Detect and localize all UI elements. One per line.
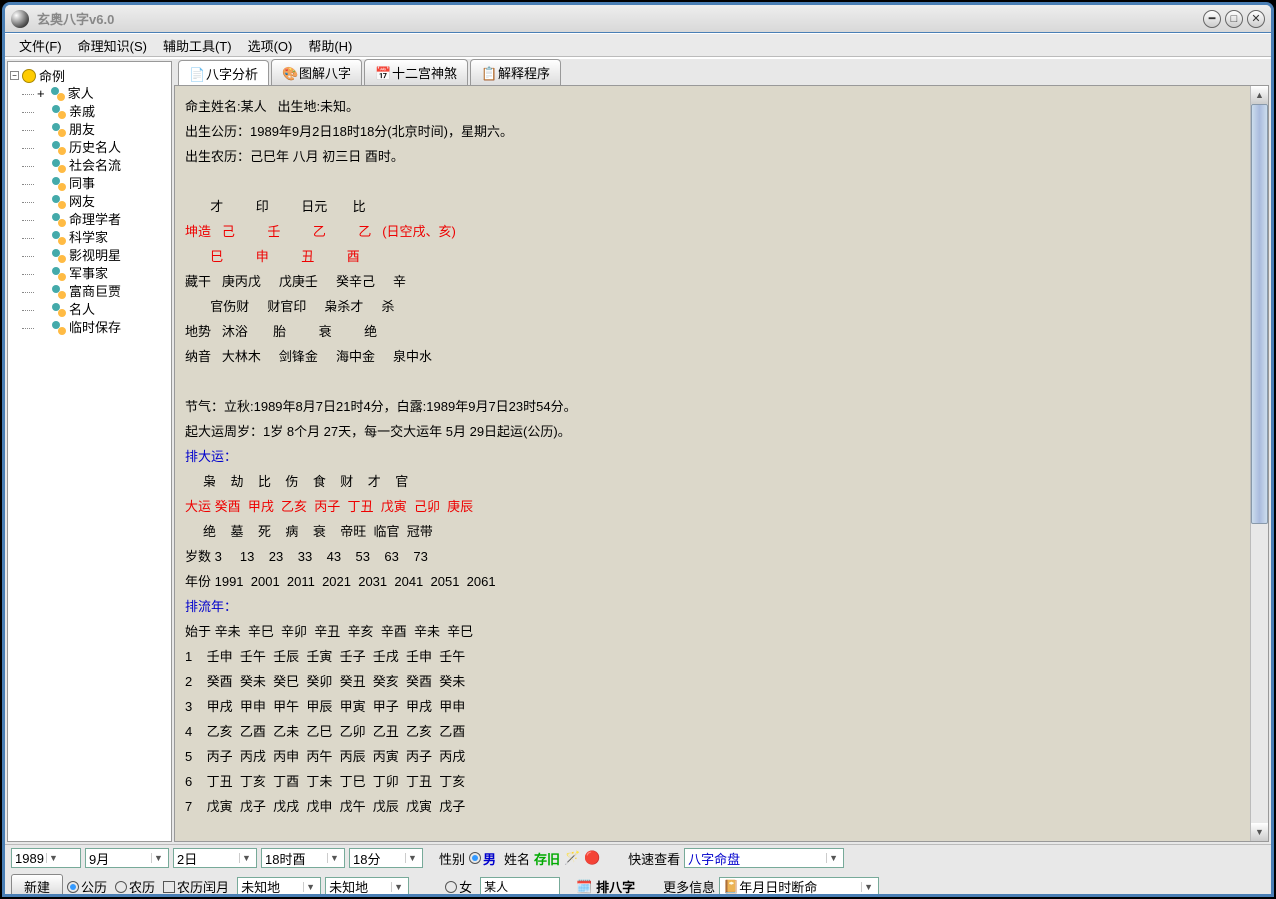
quick-select[interactable]: 八字命盘▼	[684, 848, 844, 868]
tabs: 📄八字分析 🎨图解八字 📅十二宫神煞 📋解释程序	[174, 61, 1269, 85]
minimize-button[interactable]: ━	[1203, 10, 1221, 28]
more-label: 更多信息	[663, 877, 715, 896]
menu-file[interactable]: 文件(F)	[11, 36, 70, 55]
scroll-thumb[interactable]	[1251, 104, 1268, 524]
tree-item[interactable]: 同事	[22, 175, 169, 193]
new-button[interactable]: 新建	[11, 874, 63, 897]
people-icon	[52, 231, 66, 245]
people-icon	[52, 267, 66, 281]
gender-label: 性别	[439, 849, 465, 868]
people-icon	[52, 195, 66, 209]
scrollbar[interactable]: ▲ ▼	[1250, 86, 1268, 841]
grid-icon: 🗓️	[576, 879, 592, 895]
bottom-bar: 1989▼ 9月▼ 2日▼ 18时酉▼ 18分▼ 性别 男 姓名 存旧 🪄 🔴 …	[5, 844, 1271, 894]
chart-icon: 🎨	[282, 66, 296, 80]
people-icon	[52, 123, 66, 137]
tree-item[interactable]: 富商巨贾	[22, 283, 169, 301]
minute-select[interactable]: 18分▼	[349, 848, 423, 868]
tree-item[interactable]: 社会名流	[22, 157, 169, 175]
scroll-up-icon[interactable]: ▲	[1251, 86, 1268, 104]
ball-icon[interactable]: 🔴	[584, 850, 600, 866]
people-icon	[51, 87, 65, 101]
people-icon	[52, 159, 66, 173]
people-icon	[52, 213, 66, 227]
analysis-text: 命主姓名:某人 出生地:未知。 出生公历：1989年9月2日18时18分(北京时…	[175, 86, 1268, 827]
tree-item[interactable]: 影视明星	[22, 247, 169, 265]
menu-options[interactable]: 选项(O)	[240, 36, 301, 55]
tab-diagram[interactable]: 🎨图解八字	[271, 59, 362, 85]
menu-tools[interactable]: 辅助工具(T)	[155, 36, 240, 55]
sidebar-tree[interactable]: − 命例 +家人亲戚朋友历史名人社会名流同事网友命理学者科学家影视明星军事家富商…	[7, 61, 172, 842]
month-select[interactable]: 9月▼	[85, 848, 169, 868]
maximize-button[interactable]: □	[1225, 10, 1243, 28]
people-icon	[52, 177, 66, 191]
people-icon	[52, 249, 66, 263]
tree-item[interactable]: 临时保存	[22, 319, 169, 337]
tree-root[interactable]: − 命例	[10, 66, 169, 85]
menu-knowledge[interactable]: 命理知识(S)	[70, 36, 155, 55]
cunjiu-label[interactable]: 存旧	[534, 849, 560, 868]
grid-icon: 📅	[375, 66, 389, 80]
radio-gongli[interactable]: 公历	[67, 877, 107, 896]
scroll-down-icon[interactable]: ▼	[1251, 823, 1268, 841]
wand-icon[interactable]: 🪄	[564, 850, 580, 866]
tree-item[interactable]: 名人	[22, 301, 169, 319]
close-button[interactable]: ✕	[1247, 10, 1265, 28]
hour-select[interactable]: 18时酉▼	[261, 848, 345, 868]
tab-palace[interactable]: 📅十二宫神煞	[364, 59, 468, 85]
app-icon	[11, 10, 29, 28]
year-input[interactable]: 1989▼	[11, 848, 81, 868]
radio-female[interactable]: 女	[445, 877, 472, 896]
tree-item[interactable]: 命理学者	[22, 211, 169, 229]
more-select[interactable]: 📔 年月日时断命▼	[719, 877, 879, 897]
tree-root-label: 命例	[39, 66, 65, 85]
people-icon	[52, 285, 66, 299]
doc-icon: 📄	[189, 67, 203, 81]
tree-item[interactable]: +家人	[22, 85, 169, 103]
content-pane: 命主姓名:某人 出生地:未知。 出生公历：1989年9月2日18时18分(北京时…	[174, 85, 1269, 842]
place1-select[interactable]: 未知地▼	[237, 877, 321, 897]
tab-bazi-analysis[interactable]: 📄八字分析	[178, 60, 269, 86]
tree-item[interactable]: 亲戚	[22, 103, 169, 121]
face-icon	[22, 69, 36, 83]
menubar: 文件(F) 命理知识(S) 辅助工具(T) 选项(O) 帮助(H)	[5, 33, 1271, 57]
tab-explain[interactable]: 📋解释程序	[470, 59, 561, 85]
tree-item[interactable]: 历史名人	[22, 139, 169, 157]
place2-select[interactable]: 未知地▼	[325, 877, 409, 897]
window-title: 玄奥八字v6.0	[37, 9, 114, 28]
paibazi-button[interactable]: 排八字	[596, 877, 635, 896]
name-label: 姓名	[504, 849, 530, 868]
tree-item[interactable]: 科学家	[22, 229, 169, 247]
tree-item[interactable]: 军事家	[22, 265, 169, 283]
quick-label: 快速查看	[628, 849, 680, 868]
people-icon	[52, 321, 66, 335]
tree-item[interactable]: 网友	[22, 193, 169, 211]
people-icon	[52, 303, 66, 317]
titlebar: 玄奥八字v6.0 ━ □ ✕	[5, 5, 1271, 33]
day-select[interactable]: 2日▼	[173, 848, 257, 868]
radio-nongli[interactable]: 农历	[115, 877, 155, 896]
radio-male[interactable]: 男	[469, 849, 496, 868]
people-icon	[52, 141, 66, 155]
menu-help[interactable]: 帮助(H)	[300, 36, 360, 55]
checkbox-leapmonth[interactable]: 农历闰月	[163, 877, 229, 896]
list-icon: 📋	[481, 66, 495, 80]
tree-item[interactable]: 朋友	[22, 121, 169, 139]
people-icon	[52, 105, 66, 119]
name-input[interactable]	[480, 877, 560, 897]
